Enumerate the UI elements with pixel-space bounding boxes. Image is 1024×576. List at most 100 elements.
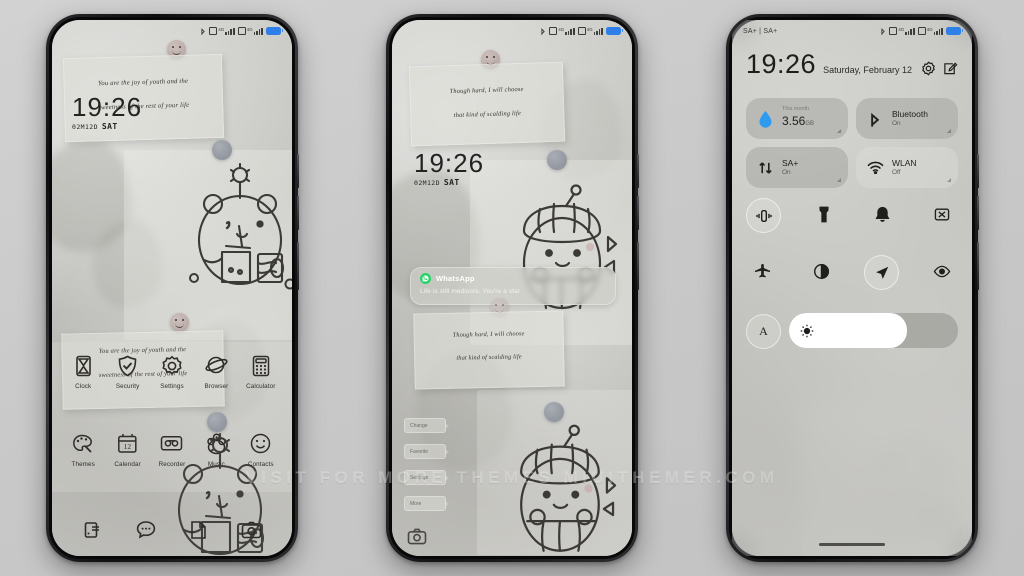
volume-down-button[interactable] xyxy=(977,196,979,230)
shield-check-icon xyxy=(114,352,141,379)
tile-expand-corner[interactable] xyxy=(837,129,841,133)
app-calculator[interactable]: Calculator xyxy=(239,352,283,390)
grey-dot-sticker xyxy=(547,150,567,170)
dock-app-camera[interactable] xyxy=(239,517,264,542)
app-label: Calculator xyxy=(246,383,276,390)
clock-date: 02M12D SAT xyxy=(414,178,484,187)
status-bar: 4G 4G xyxy=(392,20,632,42)
app-label: Settings xyxy=(160,383,184,390)
brightness-slider[interactable] xyxy=(789,313,958,348)
toggle-reading-mode[interactable] xyxy=(925,255,958,288)
toggle-silent[interactable] xyxy=(866,198,899,231)
clock-date-code: 02M12D xyxy=(414,179,440,187)
dock-app-messages[interactable] xyxy=(133,517,158,542)
volume-up-button[interactable] xyxy=(297,154,299,188)
tile-expand-corner[interactable] xyxy=(947,129,951,133)
tile-text: WLAN Off xyxy=(892,158,917,176)
dock-app-files[interactable] xyxy=(186,517,211,542)
app-security[interactable]: Security xyxy=(105,352,149,390)
volume-up-button[interactable] xyxy=(637,154,639,188)
grey-dot-sticker xyxy=(212,140,232,160)
bear-illustration-1 xyxy=(182,160,292,290)
sim1-signal-icon: 4G xyxy=(889,27,915,35)
wifi-icon xyxy=(866,159,884,177)
phone-bezel: SA+ | SA+ 4G 4G 19:26 Saturday, February… xyxy=(729,17,975,559)
tile-sub: Off xyxy=(892,168,901,176)
planet-icon xyxy=(203,352,230,379)
app-label: Themes xyxy=(71,461,95,468)
app-themes[interactable]: Themes xyxy=(61,430,105,468)
quote2-line-2: that kind of scalding life xyxy=(456,353,522,362)
power-button[interactable] xyxy=(297,242,299,290)
tile-expand-corner[interactable] xyxy=(947,178,951,182)
data-drop-icon xyxy=(756,110,774,128)
toggle-row-1 xyxy=(746,198,958,233)
dock-app-phone[interactable] xyxy=(80,517,105,542)
toggle-screenshot[interactable] xyxy=(925,198,958,231)
phone-device-2: 4G 4G Though hard, I will choose that ki… xyxy=(386,14,639,562)
phone2-screen: 4G 4G Though hard, I will choose that ki… xyxy=(392,20,632,556)
notification-message: Life is still mediocre. You're a star xyxy=(420,288,520,295)
clock-weekday: SAT xyxy=(443,178,460,187)
edit-chip-settings[interactable]: Settings xyxy=(404,470,449,485)
cc-date-label: Saturday, February 12 xyxy=(823,64,912,75)
volume-down-button[interactable] xyxy=(297,196,299,230)
power-button[interactable] xyxy=(637,242,639,290)
quote-line-1: Though hard, I will choose xyxy=(449,85,524,96)
hourglass-icon xyxy=(70,352,97,379)
phone1-screen: 4G 4G You are the joy of youth and the s… xyxy=(52,20,292,556)
battery-icon xyxy=(266,27,284,35)
settings-gear-icon[interactable] xyxy=(921,61,936,76)
tile-unit: GB xyxy=(805,121,815,128)
toggle-airplane-mode[interactable] xyxy=(746,255,779,288)
volume-down-button[interactable] xyxy=(637,196,639,230)
tile-value: 3.56 xyxy=(782,114,806,129)
clock-weekday: SAT xyxy=(101,122,118,131)
edit-chip-favorite[interactable]: Favorite xyxy=(404,444,449,459)
sim1-signal-icon: 4G xyxy=(209,27,235,35)
app-label: Clock xyxy=(75,383,92,390)
bluetooth-icon xyxy=(540,27,546,36)
tile-sub: On xyxy=(782,168,791,176)
lockscreen-clock: 19:26 02M12D SAT xyxy=(72,94,142,131)
tile-sub: On xyxy=(892,119,901,127)
whatsapp-icon xyxy=(420,273,431,284)
camera-shortcut-icon[interactable] xyxy=(406,525,428,547)
toggle-dark-mode[interactable] xyxy=(805,255,838,288)
whatsapp-notification[interactable]: WhatsApp Life is still mediocre. You're … xyxy=(410,267,616,305)
edit-chip-change[interactable]: Change xyxy=(404,418,449,433)
auto-brightness-toggle[interactable]: A xyxy=(746,314,781,349)
smiley-sticker xyxy=(170,313,189,332)
status-right: 4G 4G xyxy=(880,27,964,36)
app-label: Security xyxy=(115,383,140,390)
app-browser[interactable]: Browser xyxy=(194,352,238,390)
app-label: Calendar xyxy=(114,461,141,468)
quote-note-card-2: Though hard, I will choose that kind of … xyxy=(413,310,565,390)
tile-mobile-data[interactable]: SA+ On xyxy=(746,147,848,188)
tile-expand-corner[interactable] xyxy=(837,178,841,182)
quote-note-card: Though hard, I will choose that kind of … xyxy=(408,61,566,147)
tile-wlan[interactable]: WLAN Off xyxy=(856,147,958,188)
edit-icon[interactable] xyxy=(943,61,958,76)
app-calendar[interactable]: 12 Calendar xyxy=(105,430,149,468)
volume-up-button[interactable] xyxy=(977,154,979,188)
app-settings[interactable]: Settings xyxy=(150,352,194,390)
tile-text: SA+ On xyxy=(782,158,798,176)
toggle-flashlight[interactable] xyxy=(807,198,840,231)
svg-text:12: 12 xyxy=(124,442,132,451)
tile-bluetooth[interactable]: Bluetooth On xyxy=(856,98,958,139)
clock-date-code: 02M12D xyxy=(72,123,98,131)
app-clock[interactable]: Clock xyxy=(61,352,105,390)
app-grid-row-1: Clock Security Settings Browser Calculat… xyxy=(52,352,292,401)
screenshot-stage: 4G 4G You are the joy of youth and the s… xyxy=(0,0,1024,576)
status-right: 4G 4G xyxy=(200,27,284,36)
tile-title: Bluetooth xyxy=(892,108,928,119)
toggle-row-2 xyxy=(746,255,958,290)
tile-mobile-data-usage[interactable]: This month 3.56GB xyxy=(746,98,848,139)
home-indicator[interactable] xyxy=(819,543,885,546)
power-button[interactable] xyxy=(977,242,979,290)
toggle-vibrate[interactable] xyxy=(746,198,781,233)
edit-chip-more[interactable]: More xyxy=(404,496,449,511)
toggle-location[interactable] xyxy=(864,255,899,290)
calculator-icon xyxy=(247,352,274,379)
